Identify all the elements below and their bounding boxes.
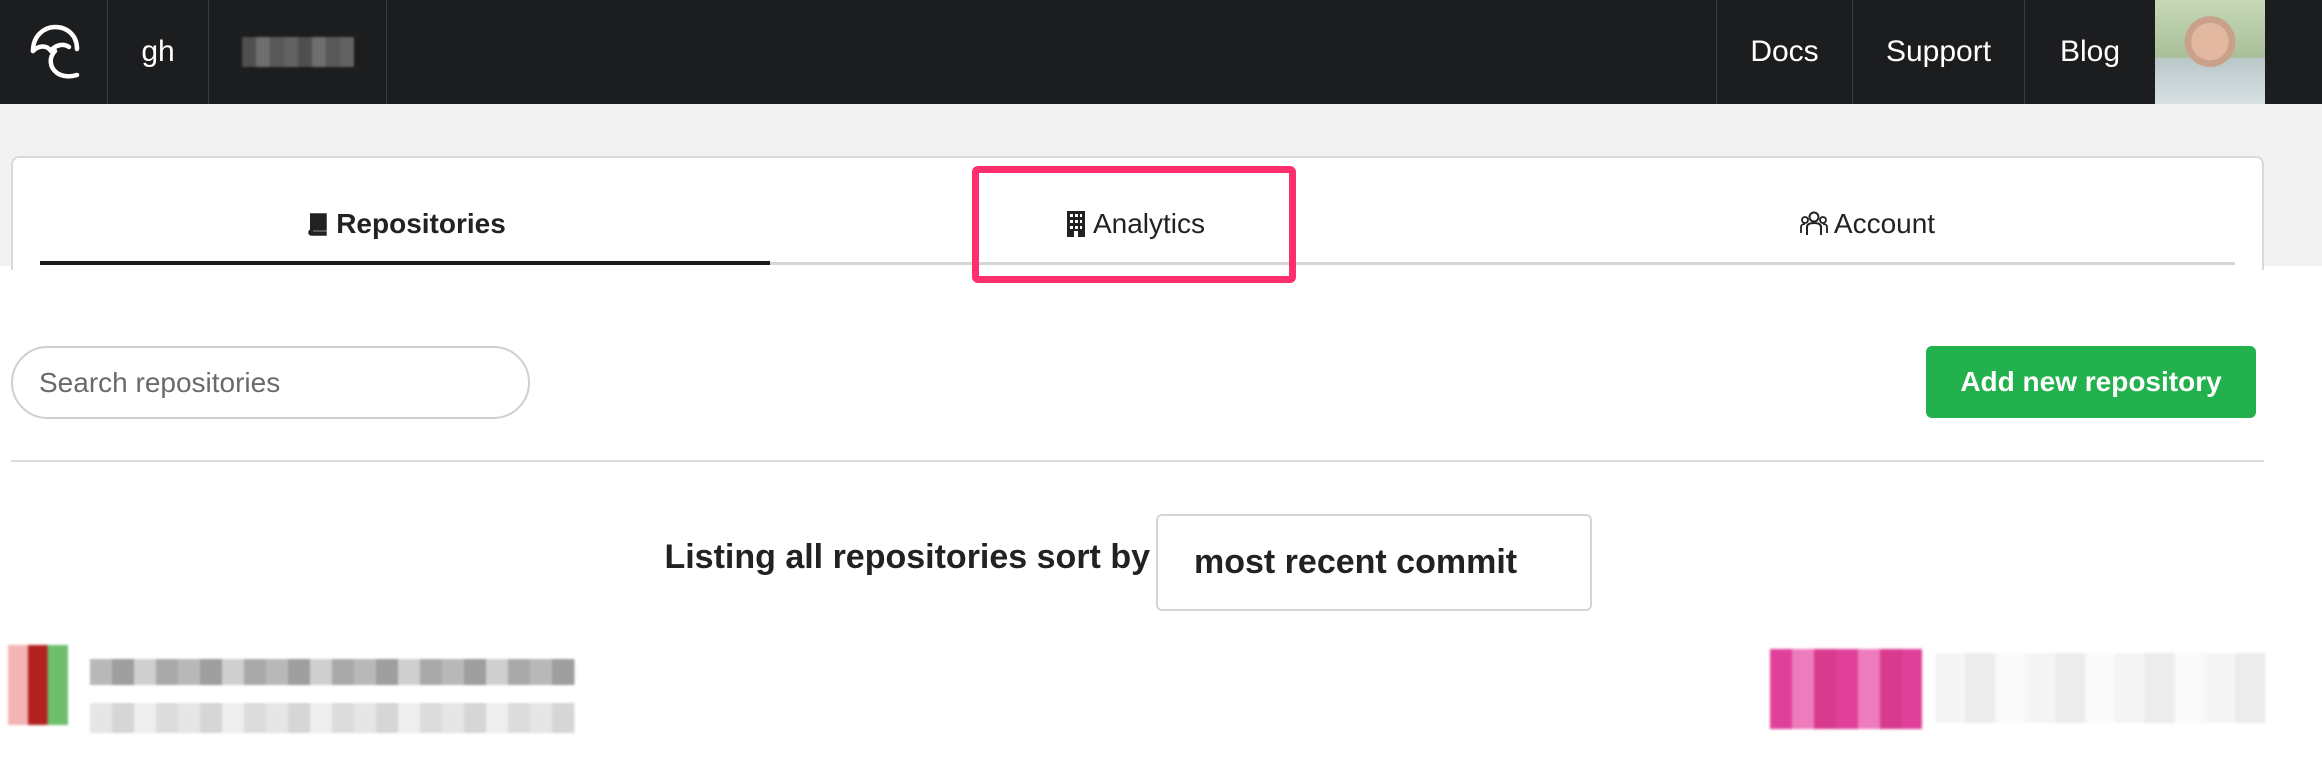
search-input[interactable]	[11, 346, 530, 419]
tab-analytics-label: Analytics	[1092, 208, 1206, 239]
repo-avatar	[8, 645, 68, 725]
home-logo[interactable]	[0, 0, 108, 104]
building-icon	[1066, 211, 1085, 237]
org-switcher[interactable]: gh	[108, 0, 209, 104]
redacted-repo-meta	[1935, 653, 2265, 723]
tab-repositories[interactable]: Repositories	[40, 184, 770, 264]
tab-account-label: Account	[1833, 208, 1936, 239]
section-divider	[11, 460, 2264, 462]
add-repository-button[interactable]: Add new repository	[1926, 346, 2256, 418]
tab-analytics[interactable]: Analytics	[770, 184, 1500, 264]
nav-blog-link[interactable]: Blog	[2025, 0, 2155, 104]
repository-row[interactable]	[0, 645, 2322, 770]
sort-select[interactable]: most recent commit	[1156, 514, 1592, 611]
nav-docs-link[interactable]: Docs	[1716, 0, 1853, 104]
redacted-text	[241, 37, 354, 67]
book-icon	[308, 213, 327, 236]
sort-label: Listing all repositories sort by	[664, 538, 1150, 576]
redacted-repo-description	[90, 703, 575, 733]
sort-selected-value: most recent commit	[1194, 543, 1518, 581]
redacted-org-name[interactable]	[209, 0, 387, 104]
users-icon	[1800, 211, 1828, 235]
nav-support-link[interactable]: Support	[1853, 0, 2025, 104]
umbrella-logo-icon	[30, 24, 79, 79]
tab-account[interactable]: Account	[1500, 184, 2235, 264]
tab-repositories-label: Repositories	[336, 208, 506, 239]
redacted-repo-badge	[1770, 649, 1922, 729]
redacted-repo-name	[90, 659, 575, 685]
top-navbar: gh Docs Support Blog	[0, 0, 2322, 104]
user-avatar[interactable]	[2155, 0, 2265, 104]
